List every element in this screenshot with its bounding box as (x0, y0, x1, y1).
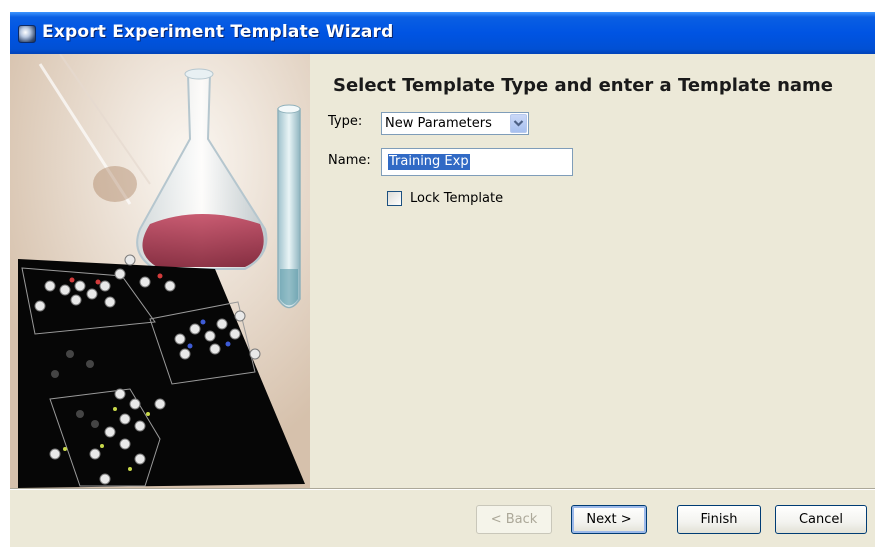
type-select[interactable]: New Parameters (381, 112, 529, 135)
title-bar[interactable]: Export Experiment Template Wizard (10, 12, 875, 54)
lock-template-label[interactable]: Lock Template (410, 191, 503, 206)
wizard-banner-image (10, 54, 310, 488)
wizard-window: Export Experiment Template Wizard Select… (10, 12, 875, 547)
type-label: Type: (328, 114, 363, 129)
window-title: Export Experiment Template Wizard (42, 22, 394, 42)
chemistry-illustration (10, 54, 310, 488)
page-heading: Select Template Type and enter a Templat… (333, 75, 834, 96)
chevron-down-icon (513, 120, 524, 127)
finish-button[interactable]: Finish (677, 505, 761, 534)
footer-separator-highlight (10, 489, 875, 490)
template-name-input[interactable]: Training Exp (381, 148, 573, 176)
app-icon (18, 25, 36, 43)
cancel-button[interactable]: Cancel (775, 505, 867, 534)
back-button[interactable]: < Back (476, 505, 552, 534)
name-label: Name: (328, 153, 371, 168)
lock-template-checkbox[interactable] (387, 191, 402, 206)
wizard-content: Select Template Type and enter a Templat… (10, 54, 875, 488)
next-button[interactable]: Next > (571, 505, 647, 534)
wizard-form: Select Template Type and enter a Templat… (310, 54, 875, 488)
dropdown-button[interactable] (510, 114, 527, 133)
type-select-value: New Parameters (385, 116, 492, 131)
template-name-value: Training Exp (388, 154, 470, 170)
